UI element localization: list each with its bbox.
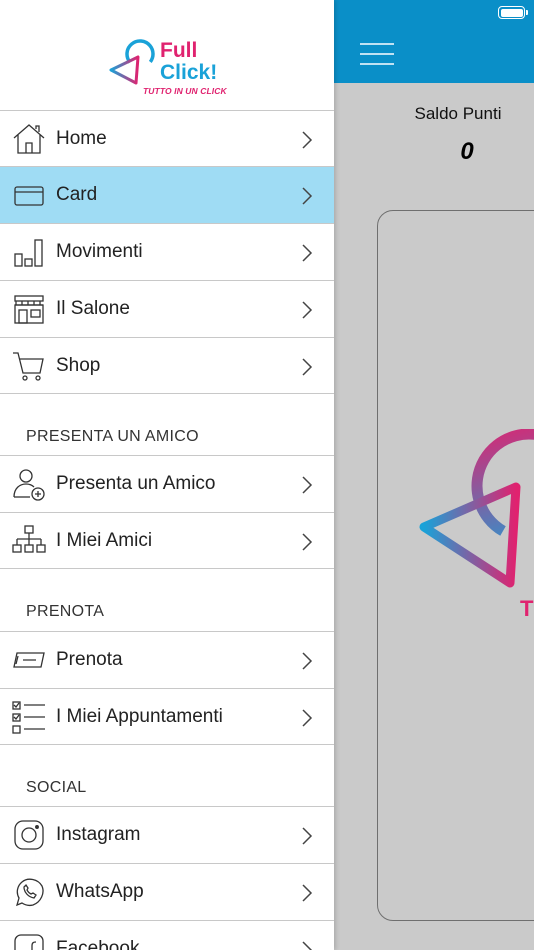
menu-item-card[interactable]: Card [0,166,334,223]
divider [0,744,334,745]
battery-icon [498,6,528,19]
brand-name-line2: Click! [160,61,218,84]
instagram-icon [14,820,44,850]
menu-item-whatsapp[interactable]: WhatsApp [0,863,334,920]
menu-item-appuntamenti[interactable]: I Miei Appuntamenti [0,688,334,745]
section-title-social: SOCIAL [26,779,87,796]
chevron-right-icon [302,827,313,845]
main-content: Saldo Punti 0 T [334,0,534,950]
menu-item-instagram[interactable]: Instagram [0,806,334,863]
menu-item-il-salone[interactable]: Il Salone [0,280,334,337]
full-click-logo-icon [109,39,155,85]
chevron-right-icon [302,358,313,376]
store-icon [14,295,44,324]
org-chart-icon [12,525,46,553]
brand-name-line1: Full [160,39,198,62]
menu-item-label: Shop [56,355,101,376]
brand-tagline: TUTTO IN UN CLICK [143,86,227,96]
app-screen: Saldo Punti 0 T Full Click! TUTTO IN UN … [0,0,534,950]
menu-item-movimenti[interactable]: Movimenti [0,223,334,280]
chevron-right-icon [302,709,313,727]
menu-item-label: Il Salone [56,298,130,319]
cart-icon [13,352,44,381]
chevron-right-icon [302,301,313,319]
brand-logo: Full Click! TUTTO IN UN CLICK [0,0,334,110]
menu-item-prenota[interactable]: Prenota [0,631,334,688]
chevron-right-icon [302,131,313,149]
section-title-friend: PRESENTA UN AMICO [26,428,199,445]
chevron-right-icon [302,652,313,670]
section-title-book: PRENOTA [26,603,105,620]
add-person-icon [13,469,45,501]
points-balance-value: 0 [460,138,474,165]
full-click-logo-icon [419,429,534,588]
bar-chart-icon [14,239,43,267]
navigation-drawer: Full Click! TUTTO IN UN CLICK Home Card … [0,0,334,950]
top-bar [334,0,534,83]
menu-item-home[interactable]: Home [0,110,334,167]
ticket-icon [13,652,45,668]
menu-item-label: I Miei Amici [56,530,153,551]
menu-item-label: WhatsApp [56,881,144,902]
menu-item-label: Instagram [56,824,141,845]
chevron-right-icon [302,884,313,902]
menu-item-facebook[interactable]: Facebook [0,920,334,950]
chevron-right-icon [302,941,313,950]
chevron-right-icon [302,244,313,262]
chevron-right-icon [302,533,313,551]
menu-item-label: Presenta un Amico [56,473,216,494]
card-logo-text: T [520,596,534,621]
chevron-right-icon [302,476,313,494]
menu-item-label: Home [56,128,107,149]
card-icon [14,186,44,206]
home-icon [13,124,45,154]
points-balance-label: Saldo Punti [414,104,502,123]
facebook-icon [14,934,44,950]
menu-toggle-button[interactable] [360,43,394,65]
menu-item-label: Movimenti [56,241,143,262]
whatsapp-icon [16,878,44,907]
divider [0,568,334,569]
chevron-right-icon [302,187,313,205]
checklist-icon [12,701,45,734]
menu-item-presenta-amico[interactable]: Presenta un Amico [0,455,334,512]
menu-item-label: Facebook [56,938,140,950]
menu-item-label: Prenota [56,649,123,670]
loyalty-card[interactable]: T [377,210,534,921]
menu-item-label: I Miei Appuntamenti [56,706,223,727]
menu-item-label: Card [56,184,98,205]
menu-item-shop[interactable]: Shop [0,337,334,394]
menu-item-miei-amici[interactable]: I Miei Amici [0,512,334,569]
divider [0,393,334,394]
